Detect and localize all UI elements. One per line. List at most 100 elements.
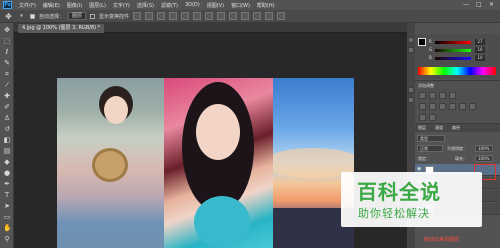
- lasso-icon[interactable]: ℓ: [3, 48, 11, 56]
- distribute-middle-icon[interactable]: [217, 12, 226, 20]
- r-slider[interactable]: R 27: [429, 39, 487, 45]
- quick-select-icon[interactable]: ✎: [3, 59, 11, 67]
- posterize-icon[interactable]: [429, 114, 436, 121]
- move-icon[interactable]: ✥: [3, 26, 11, 34]
- properties-panel-icon[interactable]: [408, 47, 414, 53]
- r-value[interactable]: 27: [475, 39, 485, 45]
- history-panel-icon[interactable]: [408, 37, 414, 43]
- auto-align-icon[interactable]: [277, 12, 286, 20]
- distribute-top-icon[interactable]: [205, 12, 214, 20]
- maximize-button[interactable]: □: [476, 1, 482, 8]
- channel-mixer-icon[interactable]: [469, 103, 476, 110]
- marquee-icon[interactable]: ⬚: [3, 37, 11, 45]
- lock-label: 锁定：: [418, 156, 430, 161]
- photo-girl-portrait[interactable]: [164, 78, 273, 248]
- distribute-right-icon[interactable]: [265, 12, 274, 20]
- show-transform-label: 显示变换控件: [99, 13, 130, 20]
- blur-icon[interactable]: ◆: [3, 158, 11, 166]
- invert-icon[interactable]: [419, 114, 426, 121]
- distribute-bottom-icon[interactable]: [229, 12, 238, 20]
- zoom-icon[interactable]: ⚲: [3, 235, 11, 243]
- menu-edit[interactable]: 编辑(E): [43, 2, 60, 9]
- show-transform-checkbox[interactable]: [90, 13, 96, 19]
- b-label: B: [429, 55, 432, 60]
- menu-help[interactable]: 帮助(H): [257, 2, 275, 9]
- dodge-icon[interactable]: ●: [3, 169, 11, 177]
- align-right-icon[interactable]: [193, 12, 202, 20]
- chevron-down-icon[interactable]: ▾: [17, 12, 26, 21]
- minimize-button[interactable]: —: [463, 1, 469, 8]
- menu-type[interactable]: 文字(Y): [113, 2, 130, 9]
- photo-filter-icon[interactable]: [459, 103, 466, 110]
- layer-kind-filter[interactable]: 类型: [417, 135, 445, 142]
- hand-icon[interactable]: ✋: [3, 224, 12, 232]
- healing-brush-icon[interactable]: ✚: [3, 92, 11, 100]
- menu-image[interactable]: 图像(I): [67, 2, 82, 9]
- color-spectrum-bar[interactable]: [418, 67, 496, 75]
- opacity-label: 不透明度：: [447, 146, 467, 151]
- clone-stamp-icon[interactable]: ♙: [3, 114, 11, 122]
- tab-paths[interactable]: 路径: [452, 125, 460, 131]
- align-bottom-icon[interactable]: [157, 12, 166, 20]
- tools-panel: ✥ ⬚ ℓ ✎ ⌗ ⁄ ✚ ✐ ♙ ↺ ◧ ▤ ◆ ● ✒ T ➤ ▭ ✋ ⚲: [0, 23, 14, 248]
- move-tool-icon[interactable]: ✥: [4, 12, 13, 21]
- type-icon[interactable]: T: [3, 191, 11, 199]
- photo-girl-with-hat[interactable]: [57, 78, 164, 248]
- vibrance-icon[interactable]: [419, 103, 426, 110]
- distribute-left-icon[interactable]: [241, 12, 250, 20]
- menu-bar: Ps 文件(F) 编辑(E) 图像(I) 图层(L) 文字(Y) 选择(S) 滤…: [0, 0, 500, 10]
- close-button[interactable]: ✕: [489, 1, 494, 8]
- auto-select-checkbox[interactable]: [30, 13, 35, 19]
- layers-panel-tabs: 图层 通道 路径: [415, 124, 500, 132]
- g-slider[interactable]: G 10: [429, 47, 487, 53]
- annotation-text: 拖动出来的图层: [424, 237, 460, 243]
- g-label: G: [429, 47, 433, 52]
- menu-select[interactable]: 选择(S): [137, 2, 154, 9]
- pen-icon[interactable]: ✒: [3, 180, 11, 188]
- menu-window[interactable]: 窗口(W): [231, 2, 250, 9]
- photoshop-window: Ps 文件(F) 编辑(E) 图像(I) 图层(L) 文字(Y) 选择(S) 滤…: [0, 0, 500, 248]
- black-white-icon[interactable]: [449, 103, 456, 110]
- auto-select-target-dropdown[interactable]: 图层: [68, 12, 87, 20]
- tab-layers[interactable]: 图层: [418, 125, 426, 131]
- crop-icon[interactable]: ⌗: [3, 70, 11, 78]
- hue-saturation-icon[interactable]: [429, 103, 436, 110]
- brightness-icon[interactable]: [419, 92, 426, 99]
- align-middle-icon[interactable]: [145, 12, 154, 20]
- eraser-icon[interactable]: ◧: [3, 136, 11, 144]
- blend-mode-dropdown[interactable]: 正常: [417, 145, 443, 152]
- menu-filter[interactable]: 滤镜(T): [161, 2, 178, 9]
- shape-icon[interactable]: ▭: [3, 213, 11, 221]
- adjustments-panel: 添加调整: [415, 80, 500, 122]
- g-value[interactable]: 10: [475, 47, 485, 53]
- align-center-icon[interactable]: [181, 12, 190, 20]
- b-value[interactable]: 10: [475, 55, 485, 61]
- eyedropper-icon[interactable]: ⁄: [3, 81, 11, 89]
- align-top-icon[interactable]: [133, 12, 142, 20]
- opacity-input[interactable]: 100%: [475, 145, 493, 152]
- path-select-icon[interactable]: ➤: [3, 202, 11, 210]
- foreground-color-swatch[interactable]: [418, 38, 426, 46]
- photoshop-logo: Ps: [3, 1, 12, 9]
- menu-file[interactable]: 文件(F): [19, 2, 36, 9]
- distribute-center-icon[interactable]: [253, 12, 262, 20]
- color-balance-icon[interactable]: [439, 103, 446, 110]
- b-slider[interactable]: B 10: [429, 55, 487, 61]
- tab-channels[interactable]: 通道: [435, 125, 443, 131]
- document-tab-bar: 4.jpg @ 100% (图层 3, RGB/8) *: [14, 23, 407, 33]
- character-panel-icon[interactable]: [408, 87, 414, 93]
- document-tab[interactable]: 4.jpg @ 100% (图层 3, RGB/8) *: [18, 24, 105, 33]
- fill-input[interactable]: 100%: [475, 155, 493, 162]
- brush-icon[interactable]: ✐: [3, 103, 11, 111]
- align-left-icon[interactable]: [169, 12, 178, 20]
- curves-icon[interactable]: [439, 92, 446, 99]
- menu-3d[interactable]: 3D(D): [185, 2, 200, 8]
- levels-icon[interactable]: [429, 92, 436, 99]
- exposure-icon[interactable]: [449, 92, 456, 99]
- menu-layer[interactable]: 图层(L): [89, 2, 106, 9]
- menu-view[interactable]: 视图(V): [207, 2, 224, 9]
- paragraph-panel-icon[interactable]: [408, 97, 414, 103]
- gradient-icon[interactable]: ▤: [3, 147, 11, 155]
- auto-select-label: 自动选择：: [39, 13, 65, 20]
- history-brush-icon[interactable]: ↺: [3, 125, 11, 133]
